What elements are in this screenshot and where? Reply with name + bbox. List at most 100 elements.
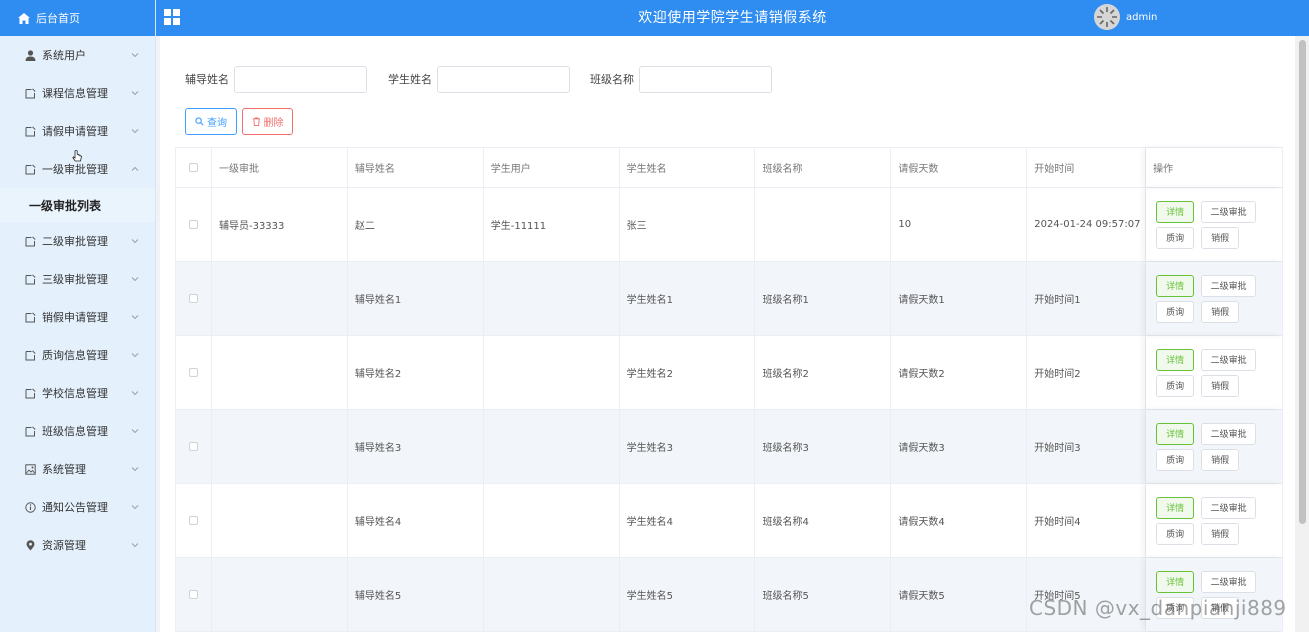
detail-button[interactable]: 详情: [1156, 570, 1195, 593]
cancel-leave-button[interactable]: 销假: [1201, 300, 1240, 323]
table-cell: [484, 484, 620, 557]
table-cell: 辅导姓名2: [348, 336, 484, 409]
query-button[interactable]: 质询: [1156, 448, 1195, 471]
sidebar-item-label: 资源管理: [42, 539, 86, 552]
delete-button-label: 删除: [263, 118, 284, 129]
vertical-scrollbar[interactable]: [1297, 36, 1309, 632]
sidebar-item[interactable]: 三级审批管理: [0, 260, 155, 298]
table-cell: 请假天数3: [891, 410, 1028, 483]
document-icon: [25, 387, 36, 398]
cancel-leave-button[interactable]: 销假: [1201, 374, 1240, 397]
query-button[interactable]: 质询: [1156, 300, 1195, 323]
sidebar-item[interactable]: 课程信息管理: [0, 74, 155, 112]
detail-button[interactable]: 详情: [1156, 348, 1195, 371]
chevron-down-icon: [131, 353, 139, 358]
row-checkbox[interactable]: [188, 220, 198, 229]
chevron-down-icon: [131, 277, 139, 282]
column-header[interactable]: 学生姓名: [620, 148, 756, 187]
level2-approval-button[interactable]: 二级审批: [1201, 422, 1257, 445]
detail-button[interactable]: 详情: [1156, 200, 1195, 223]
sidebar-item-label: 学校信息管理: [42, 387, 108, 400]
sidebar-item[interactable]: 通知公告管理: [0, 488, 155, 526]
username[interactable]: admin: [1126, 0, 1157, 36]
cancel-leave-button[interactable]: 销假: [1201, 448, 1240, 471]
table-cell: [755, 188, 892, 261]
avatar[interactable]: [1094, 4, 1120, 30]
table-cell: [212, 410, 348, 483]
search-input-student[interactable]: [437, 66, 570, 93]
sidebar-item[interactable]: 请假申请管理: [0, 112, 155, 150]
query-button[interactable]: 质询: [1156, 374, 1195, 397]
submenu-item-active[interactable]: 一级审批列表: [0, 188, 155, 222]
watermark: CSDN @vx_danpianji889: [1029, 596, 1287, 620]
table-cell: 开始时间5: [1027, 558, 1147, 631]
sidebar-item[interactable]: 系统管理: [0, 450, 155, 488]
delete-button[interactable]: 删除: [242, 108, 293, 135]
column-header[interactable]: 班级名称: [755, 148, 892, 187]
search-icon: [195, 117, 204, 126]
row-checkbox[interactable]: [188, 516, 198, 525]
sidebar-home[interactable]: 后台首页: [0, 0, 155, 36]
cancel-leave-button[interactable]: 销假: [1201, 226, 1240, 249]
table-row: 辅导姓名2 学生姓名2 班级名称2 请假天数2 开始时间2 详情 二级审批 质询 销假: [176, 336, 1283, 410]
detail-button[interactable]: 详情: [1156, 274, 1195, 297]
user-icon: [25, 49, 36, 61]
row-actions-cell: 详情 二级审批 质询 销假: [1146, 558, 1283, 631]
image-icon: [25, 463, 36, 475]
table-cell: 开始时间3: [1027, 410, 1147, 483]
sidebar-item[interactable]: 二级审批管理: [0, 222, 155, 260]
column-header[interactable]: 一级审批: [212, 148, 348, 187]
level2-approval-button[interactable]: 二级审批: [1201, 200, 1257, 223]
sidebar-item[interactable]: 销假申请管理: [0, 298, 155, 336]
cancel-leave-button[interactable]: 销假: [1201, 522, 1240, 545]
row-checkbox[interactable]: [188, 368, 198, 377]
level2-approval-button[interactable]: 二级审批: [1201, 348, 1257, 371]
sidebar-item[interactable]: 质询信息管理: [0, 336, 155, 374]
select-all-checkbox[interactable]: [188, 163, 198, 172]
sidebar-item-label: 通知公告管理: [42, 501, 108, 514]
row-select-cell: [176, 336, 212, 409]
chevron-down-icon: [131, 315, 139, 320]
table-cell: 赵二: [348, 188, 484, 261]
column-header[interactable]: 开始时间: [1027, 148, 1147, 187]
sidebar-item[interactable]: 资源管理: [0, 526, 155, 564]
level2-approval-button[interactable]: 二级审批: [1201, 496, 1257, 519]
row-select-cell: [176, 410, 212, 483]
query-button[interactable]: 质询: [1156, 226, 1195, 249]
row-checkbox[interactable]: [188, 442, 198, 451]
row-checkbox[interactable]: [188, 294, 198, 303]
row-checkbox[interactable]: [188, 590, 198, 599]
search-input-class[interactable]: [639, 66, 772, 93]
home-icon: [18, 12, 30, 24]
sidebar-item[interactable]: 班级信息管理: [0, 412, 155, 450]
table-cell: [212, 262, 348, 335]
table-cell: 张三: [620, 188, 756, 261]
chevron-down-icon: [131, 467, 139, 472]
row-select-cell: [176, 188, 212, 261]
location-icon: [26, 539, 35, 550]
query-button[interactable]: 质询: [1156, 522, 1195, 545]
avatar-image-icon: [1094, 4, 1120, 30]
trash-icon: [252, 117, 260, 126]
select-all-cell: [176, 148, 212, 187]
level2-approval-button[interactable]: 二级审批: [1201, 274, 1257, 297]
column-header[interactable]: 辅导姓名: [348, 148, 484, 187]
table-header-row: 一级审批 辅导姓名 学生用户 学生姓名 班级名称 请假天数 开始时间 操作: [176, 148, 1283, 188]
level2-approval-button[interactable]: 二级审批: [1201, 570, 1257, 593]
search-label-class: 班级名称: [590, 73, 634, 86]
table-cell: 班级名称2: [755, 336, 892, 409]
table-cell: 辅导姓名3: [348, 410, 484, 483]
sidebar-menu: 系统用户 课程信息管理 请假申请管理 一级审批管理 一级审批列表 二级审批管理 三级审批管理…: [0, 36, 155, 564]
search-input-counselor[interactable]: [234, 66, 367, 93]
detail-button[interactable]: 详情: [1156, 496, 1195, 519]
column-header[interactable]: 学生用户: [484, 148, 620, 187]
column-header[interactable]: 请假天数: [891, 148, 1028, 187]
search-button[interactable]: 查询: [185, 108, 237, 135]
table-cell: 班级名称3: [755, 410, 892, 483]
sidebar-item[interactable]: 学校信息管理: [0, 374, 155, 412]
table-cell: [484, 336, 620, 409]
scrollbar-thumb[interactable]: [1299, 40, 1306, 524]
table-row: 辅导员-33333 赵二 学生-11111 张三 10 2024-01-24 09:57:…: [176, 188, 1283, 262]
detail-button[interactable]: 详情: [1156, 422, 1195, 445]
sidebar-item[interactable]: 系统用户: [0, 36, 155, 74]
